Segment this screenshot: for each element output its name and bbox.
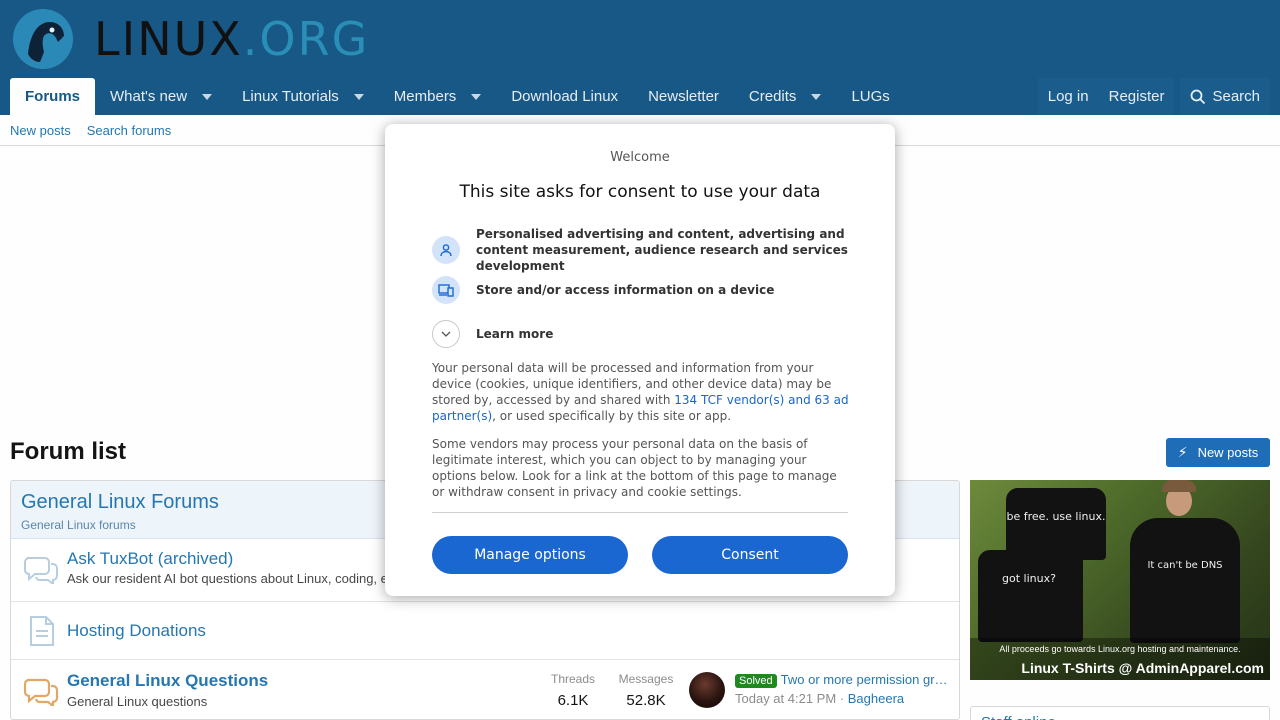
consent-purpose-row: Store and/or access information on a dev… (432, 276, 852, 304)
chevron-down-icon[interactable] (432, 320, 460, 348)
consent-purpose-text: Store and/or access information on a dev… (476, 283, 775, 297)
consent-purpose-text: Personalised advertising and content, ad… (476, 227, 848, 273)
manage-options-button[interactable]: Manage options (432, 536, 628, 574)
consent-paragraph: Your personal data will be processed and… (432, 360, 852, 424)
consent-dialog: Welcome This site asks for consent to us… (385, 124, 895, 596)
consent-title: This site asks for consent to use your d… (459, 182, 821, 202)
person-icon (432, 236, 460, 264)
divider (432, 512, 848, 513)
devices-icon (432, 276, 460, 304)
learn-more-label: Learn more (476, 327, 554, 341)
consent-button[interactable]: Consent (652, 536, 848, 574)
consent-paragraph-text: , or used specifically by this site or a… (492, 409, 732, 423)
learn-more-toggle[interactable]: Learn more (432, 320, 852, 348)
consent-welcome: Welcome (610, 150, 670, 165)
consent-purpose-row: Personalised advertising and content, ad… (432, 226, 852, 274)
consent-paragraph: Some vendors may process your personal d… (432, 437, 837, 499)
